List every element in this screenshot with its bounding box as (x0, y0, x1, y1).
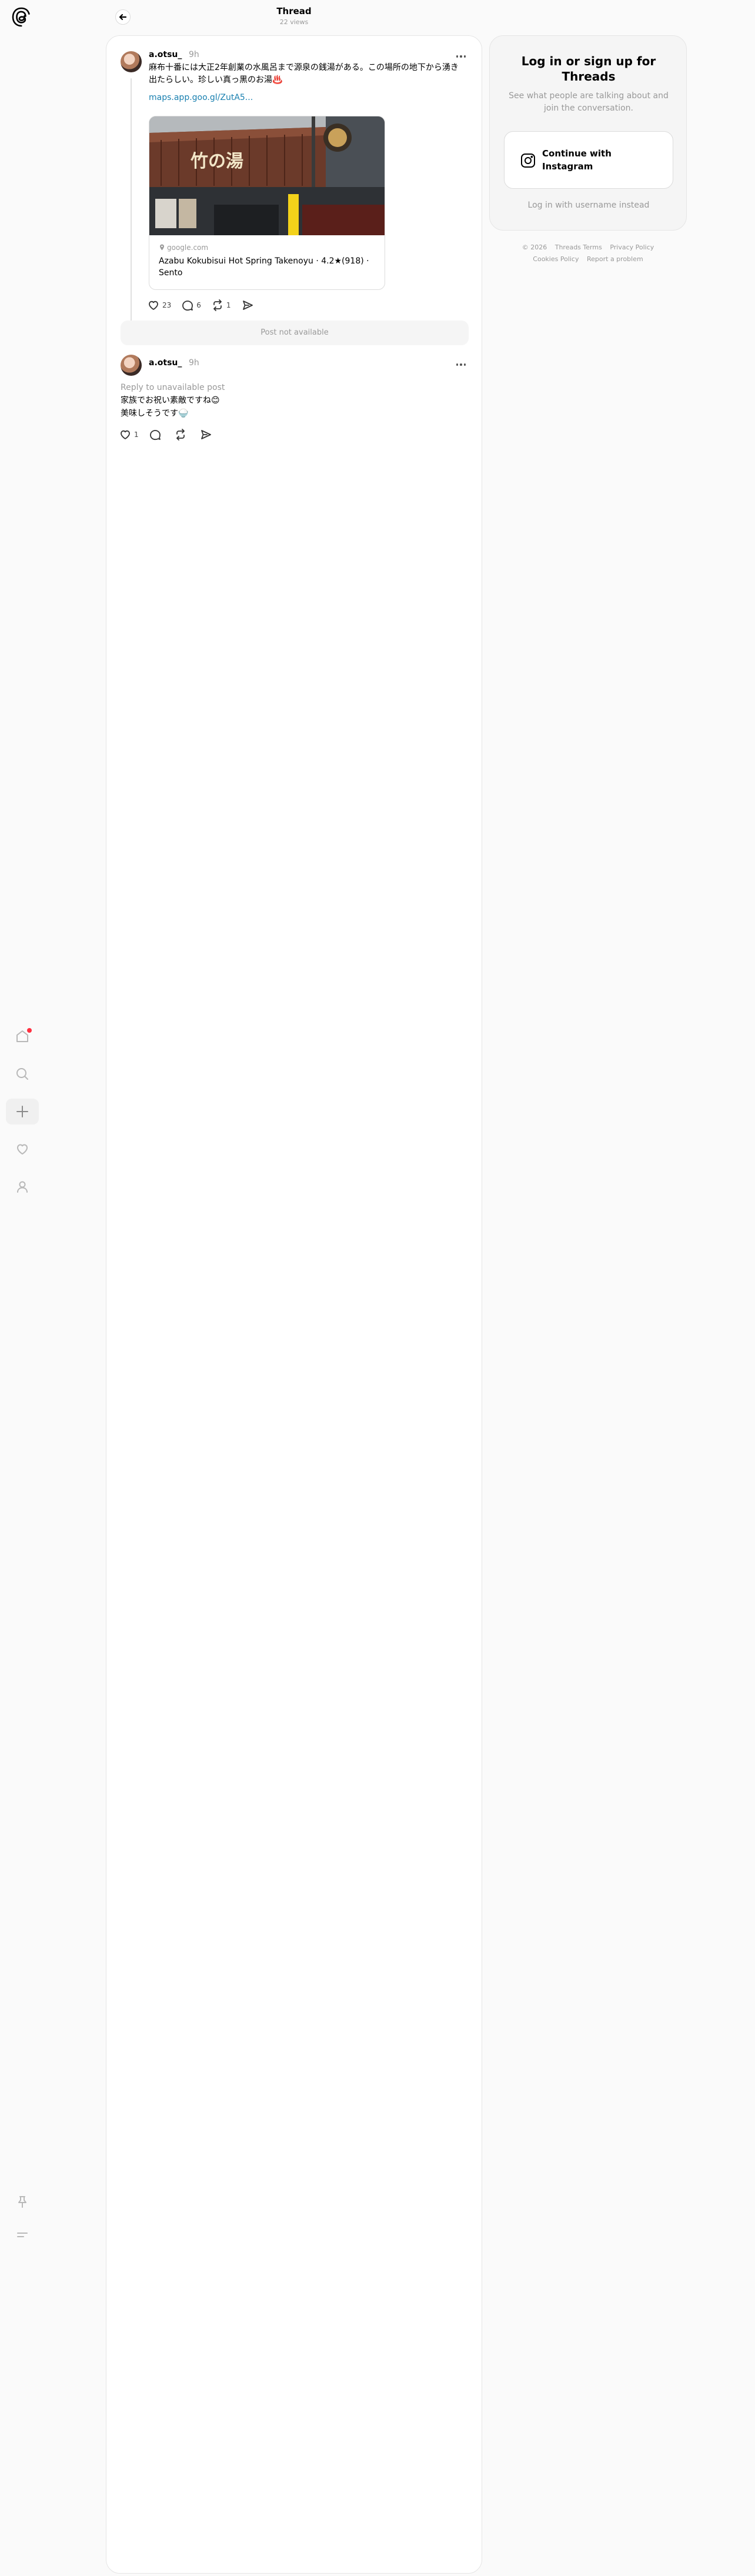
avatar[interactable] (121, 51, 142, 72)
reply-avatar[interactable] (121, 355, 142, 376)
repost-button[interactable]: 1 (212, 299, 231, 311)
repost-icon (176, 429, 185, 441)
nav-home-button[interactable] (6, 1023, 39, 1049)
post-username[interactable]: a.otsu_ (149, 50, 182, 59)
login-with-username-link[interactable]: Log in with username instead (502, 201, 676, 210)
card-domain-text: google.com (167, 243, 209, 252)
heart-icon (121, 430, 130, 439)
reply-repost-button[interactable] (175, 429, 189, 441)
comment-icon (149, 430, 161, 441)
reply-text-line-2: 美味しそうです🍚 (121, 409, 189, 418)
reply-time[interactable]: 9h (189, 358, 199, 368)
footer-privacy-link[interactable]: Privacy Policy (610, 243, 654, 251)
reply-share-button[interactable] (200, 429, 215, 441)
threads-logo-icon[interactable] (12, 7, 31, 27)
nav-menu-button[interactable] (6, 2222, 39, 2248)
send-icon (242, 301, 253, 310)
reply-more-options-button[interactable] (453, 359, 469, 370)
heart-icon (17, 1144, 28, 1154)
reply-username[interactable]: a.otsu_ (149, 358, 182, 368)
page-title: Thread (276, 6, 312, 16)
reply-comment-button[interactable] (149, 429, 164, 441)
post-time[interactable]: 9h (189, 50, 199, 59)
nav-profile-button[interactable] (6, 1174, 39, 1200)
thread-feed: a.otsu_ 9h 麻布十番には大正2年創業の水風呂まで源泉の銭湯がある。この… (106, 35, 482, 2574)
reply-like-button[interactable]: 1 (119, 429, 139, 441)
footer-report-link[interactable]: Report a problem (587, 255, 643, 263)
reply-button[interactable]: 6 (182, 299, 201, 311)
like-button[interactable]: 23 (148, 299, 171, 311)
footer-copyright: © 2026 (522, 243, 547, 251)
post-text: 麻布十番には大正2年創業の水風呂まで源泉の銭湯がある。この場所の地下から湧き出た… (149, 63, 459, 85)
reply-actions: 1 (119, 429, 225, 441)
menu-icon (17, 2233, 28, 2237)
nav-search-button[interactable] (6, 1061, 39, 1087)
view-count: 22 views (279, 18, 309, 26)
left-nav-rail (0, 0, 45, 2576)
sign-text: 竹の湯 (191, 151, 243, 172)
thread-line (131, 78, 132, 325)
reply-text-line-1: 家族でお祝い素敵ですね😊 (121, 396, 220, 405)
sento-photo-illustration: 竹の湯 (149, 116, 385, 235)
post-actions: 23 6 1 (148, 299, 267, 311)
plus-icon (16, 1106, 28, 1117)
search-icon (16, 1068, 28, 1080)
sento-photo: 竹の湯 (149, 116, 385, 235)
nav-activity-button[interactable] (6, 1136, 39, 1162)
back-button[interactable] (115, 9, 131, 25)
pin-icon (18, 2196, 26, 2208)
arrow-left-icon (119, 14, 127, 21)
like-count: 23 (162, 301, 172, 309)
card-title: Azabu Kokubisui Hot Spring Takenoyu · 4.… (159, 256, 369, 278)
post-link[interactable]: maps.app.goo.gl/ZutA5... (149, 93, 253, 102)
notification-dot (27, 1028, 32, 1033)
continue-with-instagram-button[interactable]: Continue with Instagram (504, 131, 673, 189)
nav-create-button[interactable] (6, 1099, 39, 1125)
more-options-button[interactable] (453, 51, 469, 62)
instagram-button-label: Continue with Instagram (542, 148, 612, 172)
card-domain: google.com (159, 243, 208, 252)
nav-pin-button[interactable] (6, 2189, 39, 2215)
heart-icon (149, 301, 158, 310)
footer-terms-link[interactable]: Threads Terms (555, 243, 602, 251)
login-title: Log in or sign up for Threads (521, 54, 656, 84)
repost-count: 1 (226, 301, 231, 309)
send-icon (201, 430, 211, 439)
footer-row-1: © 2026 Threads Terms Privacy Policy (489, 243, 687, 251)
repost-icon (213, 299, 222, 311)
instagram-icon (521, 154, 535, 168)
reply-to-label[interactable]: Reply to unavailable post (121, 383, 225, 392)
profile-icon (17, 1181, 28, 1193)
footer-row-2: Cookies Policy Report a problem (489, 255, 687, 263)
reply-like-count: 1 (134, 431, 139, 439)
comment-icon (182, 301, 193, 311)
location-pin-icon (160, 244, 164, 251)
post-unavailable-notice: Post not available (121, 321, 469, 345)
login-card: Log in or sign up for Threads See what p… (489, 35, 687, 231)
share-button[interactable] (242, 299, 256, 311)
login-subtitle: See what people are talking about and jo… (509, 91, 669, 113)
reply-count: 6 (196, 301, 201, 309)
footer-cookies-link[interactable]: Cookies Policy (533, 255, 579, 263)
link-preview-card[interactable]: 竹の湯 google.com Azabu Kokubisui Hot Sprin… (149, 116, 385, 290)
